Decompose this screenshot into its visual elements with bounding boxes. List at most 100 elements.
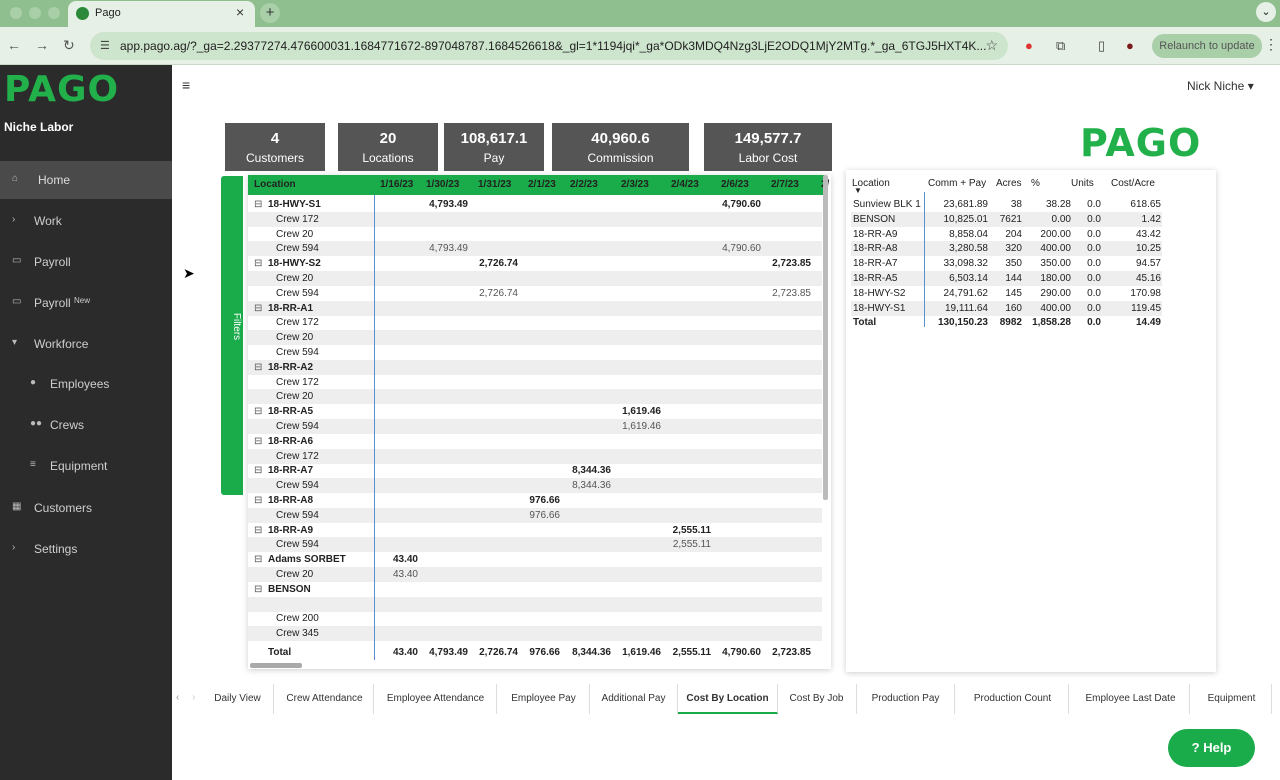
sliders-icon: ≡ [30, 459, 36, 470]
sort-arrow-icon[interactable]: ▼ [854, 186, 862, 195]
window-close-dot[interactable] [10, 7, 22, 19]
column-header[interactable]: Acres [996, 178, 1022, 189]
site-settings-icon[interactable]: ☰ [100, 39, 110, 52]
tab-employee-pay[interactable]: Employee Pay [498, 684, 590, 714]
side-panel-icon[interactable]: ▯ [1098, 38, 1105, 54]
tabs-next-icon[interactable]: › [192, 692, 195, 703]
profile-avatar-icon[interactable]: ● [1126, 38, 1134, 53]
vertical-scrollbar[interactable] [823, 175, 828, 500]
cost-matrix: Location 1/16/23 1/30/23 1/31/23 2/1/23 2/2/2… [248, 175, 831, 669]
column-header[interactable]: 2/2/23 [570, 179, 598, 190]
expand-collapse-icon[interactable]: ⊟ [254, 258, 262, 269]
column-header[interactable]: Cost/Acre [1111, 178, 1155, 189]
sidebar-item-customers[interactable]: ▦ Customers [0, 489, 172, 527]
table-row: ⊟ Adams SORBET 43.40 [248, 552, 822, 567]
sidebar-item-payroll[interactable]: ▭ Payroll [0, 243, 172, 281]
expand-collapse-icon[interactable]: ⊟ [254, 436, 262, 447]
reload-icon[interactable]: ↻ [63, 37, 75, 54]
tab-production-pay[interactable]: Production Pay [857, 684, 955, 714]
window-minimize-dot[interactable] [29, 7, 41, 19]
table-row: Crew 20 [248, 389, 822, 405]
table-row: ⊟ 18-HWY-S2 2,726.74 2,723.85 [248, 256, 822, 271]
table-row: BENSON 10,825.01 7621 0.00 0.0 1.42 [851, 211, 1162, 227]
sidebar-item-settings[interactable]: › Settings [0, 530, 172, 568]
table-cell: 2,555.11 [672, 524, 711, 536]
extensions-puzzle-icon[interactable]: ⧉ [1056, 38, 1065, 54]
column-header[interactable]: 2/6/23 [721, 179, 749, 190]
expand-collapse-icon[interactable]: ⊟ [254, 406, 262, 417]
tab-cost-by-job[interactable]: Cost By Job [777, 684, 857, 714]
column-header[interactable]: 1/30/23 [426, 179, 459, 190]
tab-additional-pay[interactable]: Additional Pay [590, 684, 678, 714]
filters-label: Filters [231, 312, 243, 341]
browser-toolbar: ← → ↻ ☰ app.pago.ag/?_ga=2.29377274.4766… [0, 27, 1280, 65]
bookmark-star-icon[interactable]: ☆ [985, 37, 998, 54]
tab-employee-attendance[interactable]: Employee Attendance [375, 684, 497, 714]
browser-tab[interactable]: Pago × [68, 1, 255, 27]
kpi-labor-cost: 149,577.7 Labor Cost [704, 123, 832, 171]
close-icon[interactable]: × [236, 4, 244, 20]
column-header[interactable]: 2/7/23 [771, 179, 799, 190]
help-button[interactable]: ? Help [1168, 729, 1255, 767]
expand-collapse-icon[interactable]: ⊟ [254, 303, 262, 314]
tab-title: Pago [95, 7, 121, 19]
sidebar-item-crews[interactable]: ●● Crews [0, 406, 172, 444]
table-row: Crew 594 8,344.36 [248, 478, 822, 494]
horizontal-scrollbar[interactable] [250, 663, 302, 668]
sidebar-item-home[interactable]: ⌂ Home [0, 161, 172, 199]
tab-employee-last-date[interactable]: Employee Last Date [1072, 684, 1190, 714]
table-cell: 45.16 [1135, 273, 1161, 284]
row-label: Crew 594 [276, 243, 319, 255]
sidebar-item-work[interactable]: › Work [0, 202, 172, 240]
table-cell: 400.00 [1040, 302, 1071, 314]
new-tab-button[interactable]: + [260, 3, 280, 23]
column-header[interactable]: 1/16/23 [380, 179, 413, 190]
more-menu-icon[interactable]: ⋮ [1264, 36, 1278, 53]
tab-search-chevron-icon[interactable]: ⌄ [1256, 2, 1276, 22]
expand-collapse-icon[interactable]: ⊟ [254, 465, 262, 476]
address-bar[interactable]: ☰ app.pago.ag/?_ga=2.29377274.476600031.… [90, 32, 1008, 60]
expand-collapse-icon[interactable]: ⊟ [254, 495, 262, 506]
sidebar-item-payroll-new[interactable]: ▭ Payroll New [0, 284, 172, 322]
tab-cost-by-location[interactable]: Cost By Location [678, 684, 778, 714]
forward-arrow-icon[interactable]: → [35, 37, 49, 53]
tabs-prev-icon[interactable]: ‹ [176, 692, 179, 703]
tab-equipment[interactable]: Equipment [1192, 684, 1272, 714]
sidebar-item-employees[interactable]: ● Employees [0, 365, 172, 403]
sidebar-item-equipment[interactable]: ≡ Equipment [0, 447, 172, 485]
tab-production-count[interactable]: Production Count [957, 684, 1069, 714]
expand-collapse-icon[interactable]: ⊟ [254, 525, 262, 536]
window-maximize-dot[interactable] [48, 7, 60, 19]
filters-pane-toggle[interactable]: Filters [221, 176, 243, 495]
tab-daily-view[interactable]: Daily View [202, 684, 274, 714]
column-header[interactable]: 2/4/23 [671, 179, 699, 190]
table-cell: 2,723.85 [772, 287, 811, 299]
expand-collapse-icon[interactable]: ⊟ [254, 199, 262, 210]
relaunch-button[interactable]: Relaunch to update [1152, 34, 1262, 58]
row-label: 18-RR-A6 [268, 435, 314, 447]
tab-crew-attendance[interactable]: Crew Attendance [276, 684, 374, 714]
extension-badge-icon[interactable]: ● [1025, 38, 1033, 53]
hamburger-menu-icon[interactable]: ≡ [182, 77, 190, 93]
sidebar-item-workforce[interactable]: ▾ Workforce [0, 325, 172, 363]
column-header[interactable]: 2/3/23 [621, 179, 649, 190]
column-header[interactable]: % [1031, 178, 1040, 189]
kpi-value: 108,617.1 [460, 130, 528, 147]
expand-collapse-icon[interactable]: ⊟ [254, 362, 262, 373]
expand-collapse-icon[interactable]: ⊟ [254, 554, 262, 565]
user-menu[interactable]: Nick Niche ▾ [1187, 79, 1254, 93]
back-arrow-icon[interactable]: ← [7, 37, 21, 53]
table-row: ⊟ 18-RR-A2 [248, 359, 822, 375]
table-cell: 14.49 [1135, 317, 1161, 329]
column-header[interactable]: 1/31/23 [478, 179, 511, 190]
matrix-header: Location 1/16/23 1/30/23 1/31/23 2/1/23 2/2/2… [248, 175, 829, 195]
column-header[interactable]: Comm + Pay [928, 178, 986, 189]
kpi-value: 40,960.6 [591, 130, 650, 147]
url-text: app.pago.ag/?_ga=2.29377274.476600031.16… [120, 39, 987, 53]
expand-collapse-icon[interactable]: ⊟ [254, 584, 262, 595]
column-header[interactable]: Location [254, 179, 296, 190]
column-header[interactable]: 2/1/23 [528, 179, 556, 190]
row-label: Crew 20 [276, 391, 314, 403]
table-row: ⊟ 18-RR-A1 [248, 300, 822, 316]
column-header[interactable]: Units [1071, 178, 1094, 189]
